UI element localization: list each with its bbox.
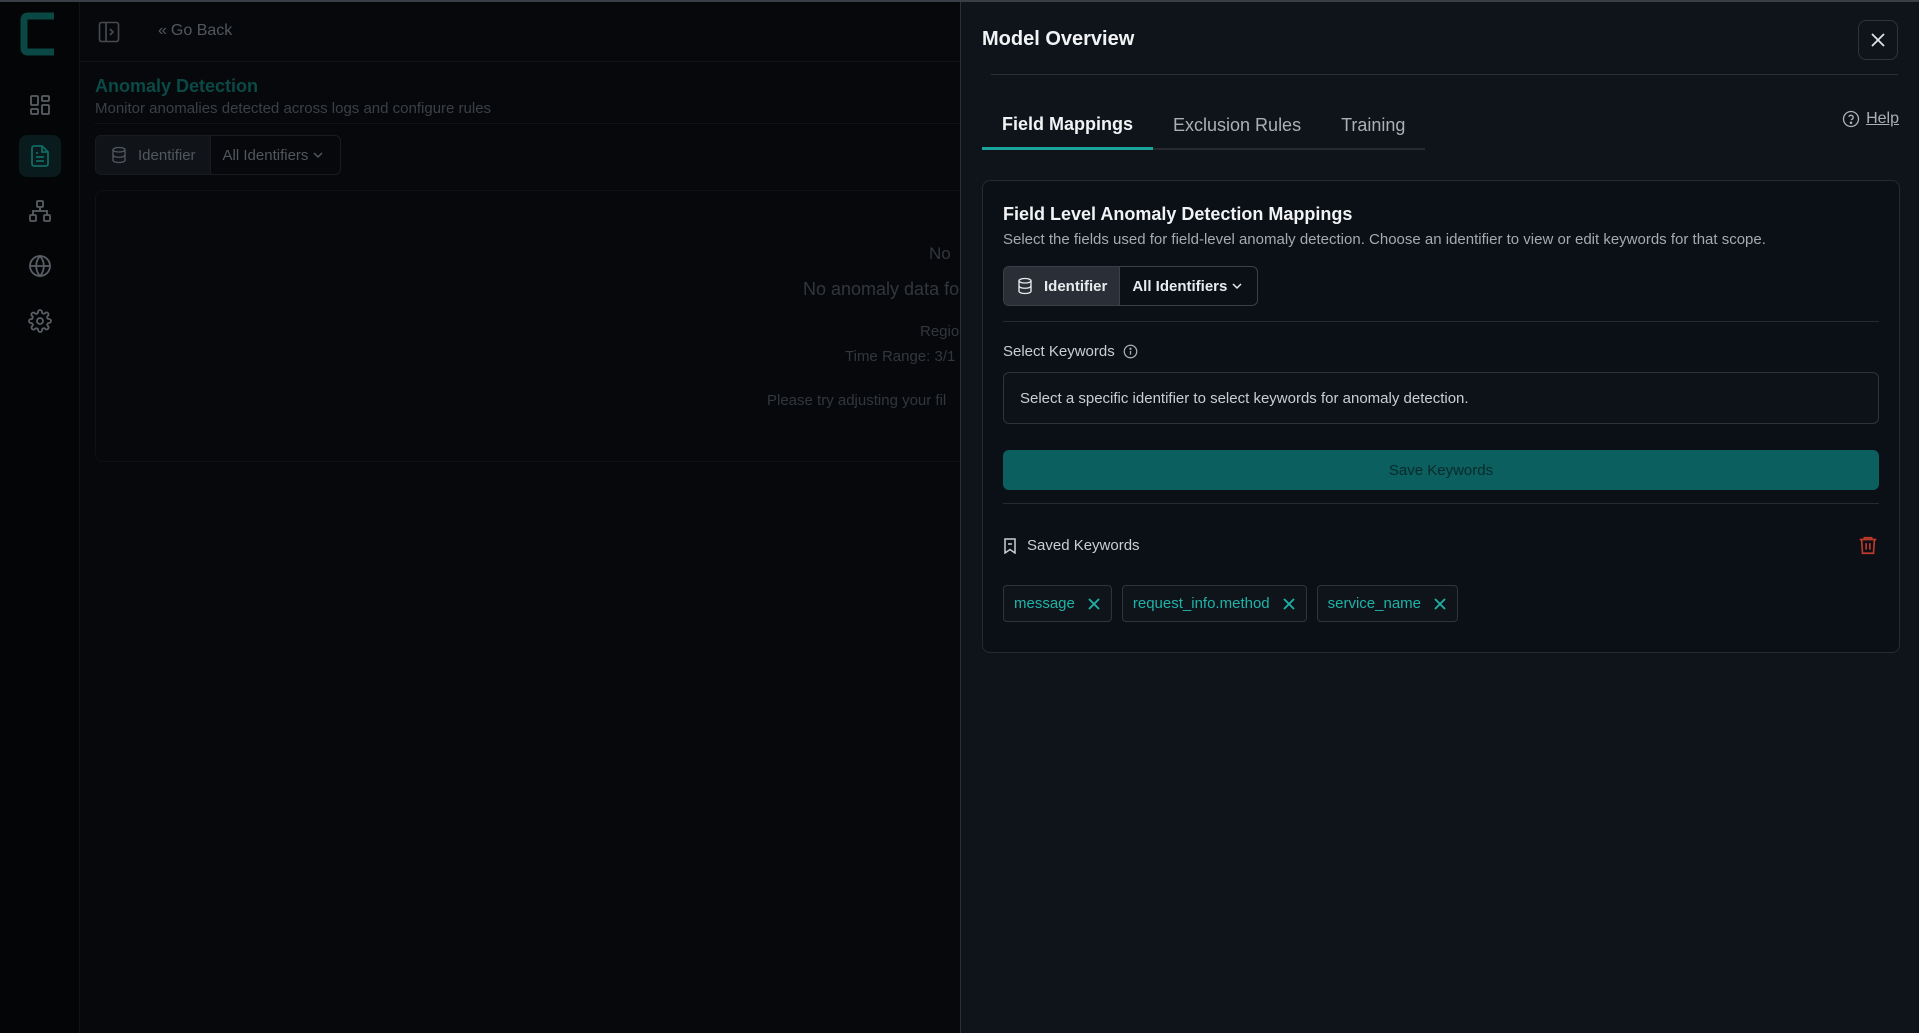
overlay-backdrop[interactable] bbox=[0, 2, 960, 1033]
app-root: « Go Back Anomaly Detection Monitor anom… bbox=[0, 0, 1919, 1033]
help-label: Help bbox=[1866, 110, 1899, 127]
panel-title: Field Level Anomaly Detection Mappings bbox=[1003, 204, 1353, 224]
bookmark-icon bbox=[1004, 537, 1016, 554]
keyword-chip: service_name bbox=[1316, 585, 1459, 622]
help-link[interactable]: Help bbox=[1842, 110, 1899, 128]
panel-identifier-segment: Identifier bbox=[1004, 267, 1121, 305]
panel-identifier-label: Identifier bbox=[1044, 277, 1108, 295]
trash-icon[interactable] bbox=[1857, 534, 1879, 556]
panel-identifier-filter[interactable]: Identifier All Identifiers bbox=[1003, 266, 1259, 306]
close-icon bbox=[1871, 33, 1885, 47]
tab-field-mappings[interactable]: Field Mappings bbox=[982, 102, 1154, 150]
database-icon bbox=[1018, 277, 1032, 295]
keyword-chip: request_info.method bbox=[1121, 585, 1307, 622]
keywords-input[interactable]: Select a specific identifier to select k… bbox=[1003, 372, 1879, 424]
tab-exclusion-rules[interactable]: Exclusion Rules bbox=[1153, 102, 1321, 148]
select-keywords-label: Select Keywords bbox=[1003, 343, 1138, 360]
model-overview-drawer: Model Overview Field Mappings Exclusion … bbox=[960, 2, 1919, 1033]
info-icon[interactable] bbox=[1123, 344, 1138, 359]
keyword-chip-label: service_name bbox=[1327, 595, 1422, 612]
keyword-chip: message bbox=[1003, 585, 1112, 622]
keyword-chip-label: message bbox=[1014, 595, 1075, 612]
saved-keywords-header: Saved Keywords bbox=[1003, 537, 1140, 554]
saved-keywords-label: Saved Keywords bbox=[1027, 537, 1140, 554]
select-keywords-text: Select Keywords bbox=[1003, 343, 1115, 360]
saved-keywords-list: message request_info.method service_name bbox=[1003, 585, 1459, 622]
chevron-down-icon bbox=[1232, 283, 1242, 290]
keyword-chip-label: request_info.method bbox=[1132, 595, 1270, 612]
help-circle-icon bbox=[1842, 110, 1860, 128]
remove-keyword-icon[interactable] bbox=[1282, 597, 1296, 611]
field-mappings-panel: Field Level Anomaly Detection Mappings S… bbox=[982, 180, 1900, 653]
tab-training[interactable]: Training bbox=[1321, 102, 1425, 148]
save-keywords-button[interactable]: Save Keywords bbox=[1003, 450, 1879, 490]
panel-divider bbox=[1003, 321, 1879, 322]
remove-keyword-icon[interactable] bbox=[1433, 597, 1447, 611]
drawer-title: Model Overview bbox=[982, 28, 1135, 50]
panel-identifier-select[interactable]: All Identifiers bbox=[1120, 267, 1257, 305]
close-button[interactable] bbox=[1858, 20, 1898, 60]
panel-identifier-select-value: All Identifiers bbox=[1132, 277, 1228, 295]
title-divider bbox=[991, 74, 1898, 75]
remove-keyword-icon[interactable] bbox=[1087, 597, 1101, 611]
panel-description: Select the fields used for field-level a… bbox=[1003, 231, 1766, 248]
panel-divider bbox=[1003, 503, 1879, 504]
tab-bar: Field Mappings Exclusion Rules Training bbox=[982, 102, 1426, 150]
